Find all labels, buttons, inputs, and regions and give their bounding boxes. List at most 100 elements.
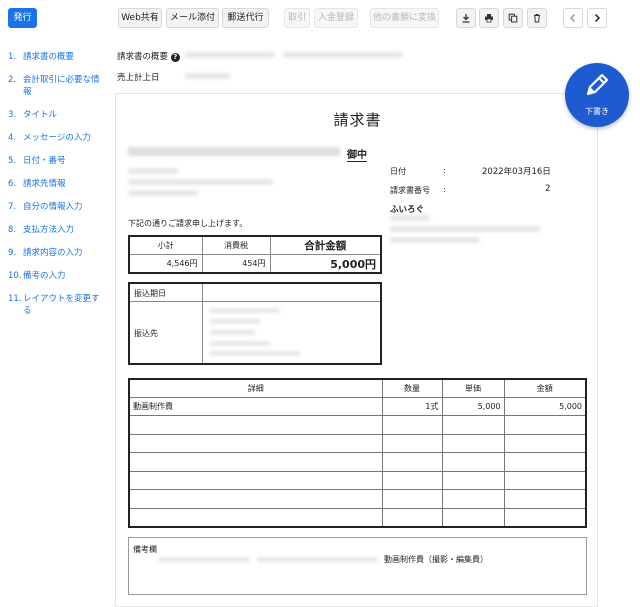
unit-price-cell	[441, 470, 505, 491]
number-value[interactable]: 2	[545, 184, 550, 194]
document-title[interactable]: 請求書	[116, 109, 599, 130]
number-colon: :	[443, 185, 446, 194]
transaction-button[interactable]: 取引	[284, 8, 310, 28]
sidebar-item-number: 6.	[8, 179, 17, 189]
sidebar: 1. 請求書の概要 2. 会計取引に必要な情報 3. タイトル 4. メッセージの入力 …	[0, 44, 110, 317]
sidebar-item-accounting[interactable]: 2. 会計取引に必要な情報	[0, 74, 110, 98]
amount-cell	[503, 415, 587, 435]
grand-total-label: 合計金額	[269, 235, 382, 256]
sidebar-item-label: 請求先情報	[23, 179, 66, 189]
number-label: 請求書番号	[390, 186, 430, 195]
sidebar-item-number: 1.	[8, 52, 17, 62]
sender-zip-redacted	[390, 215, 430, 221]
sidebar-item-payment[interactable]: 8. 支払方法入力	[0, 224, 110, 236]
sender-name[interactable]: ふいろぐ	[390, 203, 424, 215]
quantity-cell	[381, 415, 443, 435]
totals-table: 小計 消費税 合計金額 4,546円 454円 5,000円	[128, 235, 382, 274]
bank-row-divider	[130, 301, 380, 302]
bank-info-box[interactable]: 振込期日 振込先	[128, 282, 382, 365]
download-icon	[462, 14, 470, 23]
sidebar-item-notes[interactable]: 10. 備考の入力	[0, 270, 110, 282]
sidebar-item-number: 9.	[8, 248, 17, 258]
sidebar-item-message[interactable]: 4. メッセージの入力	[0, 132, 110, 144]
payment-register-button[interactable]: 入金登録	[314, 8, 358, 28]
sidebar-item-number: 10.	[8, 271, 22, 281]
sidebar-item-overview[interactable]: 1. 請求書の概要	[0, 51, 110, 63]
sidebar-item-number: 3.	[8, 110, 17, 120]
table-row[interactable]	[128, 433, 587, 454]
next-button[interactable]	[587, 8, 607, 28]
sidebar-item-label: 請求内容の入力	[23, 248, 83, 258]
help-icon[interactable]: ?	[170, 53, 180, 62]
sidebar-item-date-number[interactable]: 5. 日付・番号	[0, 155, 110, 167]
draft-button[interactable]: 下書き	[565, 63, 629, 127]
notes-box[interactable]: 備考欄 動画制作費（撮影・編集費）	[128, 537, 587, 595]
quantity-cell	[381, 508, 443, 528]
table-row[interactable]	[128, 470, 587, 491]
copy-icon	[508, 13, 518, 23]
amount-cell	[503, 508, 587, 528]
mail-attach-button[interactable]: メール添付	[166, 8, 219, 28]
sidebar-item-my-info[interactable]: 7. 自分の情報入力	[0, 201, 110, 213]
subtotal-value: 4,546円	[128, 254, 203, 274]
sidebar-item-number: 11.	[8, 294, 22, 304]
honorific: 御中	[347, 146, 367, 162]
overview-label: 請求書の概要	[117, 52, 169, 62]
sender-address-redacted	[390, 226, 540, 232]
copy-button[interactable]	[503, 8, 523, 28]
sidebar-item-title[interactable]: 3. タイトル	[0, 109, 110, 121]
sidebar-item-number: 2.	[8, 75, 17, 85]
print-button[interactable]	[479, 8, 499, 28]
table-row[interactable]	[128, 452, 587, 472]
date-label: 日付	[390, 167, 406, 176]
unit-price-cell: 5,000	[441, 396, 505, 417]
tax-label: 消費税	[201, 235, 271, 256]
account-label: 振込先	[134, 329, 158, 338]
subtotal-label: 小計	[128, 235, 203, 256]
prev-button[interactable]	[563, 8, 583, 28]
detail-cell	[128, 508, 383, 528]
table-row[interactable]	[128, 489, 587, 510]
sidebar-item-number: 7.	[8, 202, 17, 212]
amount-cell: 5,000	[503, 396, 587, 417]
detail-cell	[128, 452, 383, 472]
sidebar-item-label: 備考の入力	[23, 271, 66, 281]
sidebar-item-contents[interactable]: 9. 請求内容の入力	[0, 247, 110, 259]
delete-button[interactable]	[527, 8, 547, 28]
bank-type-redacted	[210, 330, 255, 335]
sidebar-item-label: 請求書の概要	[23, 52, 75, 62]
mail-service-button[interactable]: 郵送代行	[222, 8, 269, 28]
recipient-address-redacted	[128, 190, 198, 196]
date-value[interactable]: 2022年03月16日	[482, 165, 551, 177]
print-icon	[485, 14, 493, 23]
unit-price-cell	[441, 452, 505, 472]
unit-price-cell	[441, 415, 505, 435]
notes-label: 備考欄	[133, 545, 157, 554]
sidebar-item-label: 支払方法入力	[23, 225, 75, 235]
overview-row: 請求書の概要 ?	[117, 50, 180, 62]
quantity-cell	[381, 452, 443, 472]
detail-cell	[128, 415, 383, 435]
table-row[interactable]	[128, 415, 587, 435]
table-row[interactable]: 動画制作費 1式 5,000 5,000	[128, 396, 587, 417]
issue-button[interactable]: 発行	[8, 8, 37, 28]
sidebar-item-number: 8.	[8, 225, 17, 235]
quantity-cell	[381, 433, 443, 454]
chevron-left-icon	[569, 13, 576, 23]
convert-button[interactable]: 他の書類に変換	[370, 8, 439, 28]
detail-cell	[128, 433, 383, 454]
toolbar: 発行 Web共有 メール添付 郵送代行 取引 入金登録 他の書類に変換	[0, 0, 640, 36]
sidebar-item-label: 会計取引に必要な情報	[23, 75, 100, 97]
pencil-icon	[586, 73, 609, 96]
column-header-amount: 金額	[503, 378, 587, 398]
table-row[interactable]	[128, 508, 587, 528]
sidebar-item-recipient[interactable]: 6. 請求先情報	[0, 178, 110, 190]
column-header-detail: 詳細	[128, 378, 383, 398]
sidebar-item-label: 日付・番号	[23, 156, 66, 166]
trash-icon	[534, 14, 540, 23]
recipient-address-redacted	[128, 179, 273, 185]
download-button[interactable]	[456, 8, 476, 28]
web-share-button[interactable]: Web共有	[118, 8, 162, 28]
sidebar-item-layout[interactable]: 11. レイアウトを変更する	[0, 293, 110, 317]
invoice-message[interactable]: 下記の通りご請求申し上げます。	[128, 218, 247, 229]
